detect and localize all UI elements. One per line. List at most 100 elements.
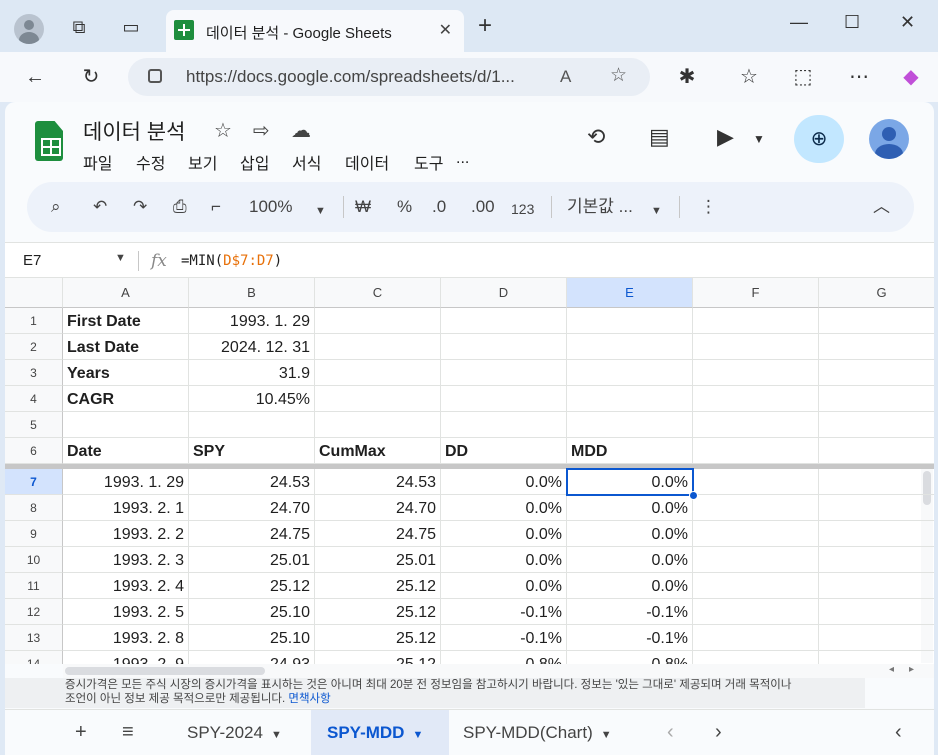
chevron-down-icon[interactable]: ▼ (601, 729, 612, 741)
cell[interactable]: SPY (189, 438, 315, 464)
scroll-tabs-right-icon[interactable]: › (715, 721, 722, 744)
cell[interactable]: 24.75 (315, 521, 441, 547)
address-bar[interactable]: https://docs.google.com/spreadsheets/d/1… (128, 58, 650, 96)
cell[interactable]: -0.1% (441, 599, 567, 625)
cell[interactable]: -0.8% (441, 651, 567, 664)
cell[interactable] (819, 625, 934, 651)
column-header-c[interactable]: C (315, 278, 441, 308)
cell[interactable]: 1993. 2. 9 (63, 651, 189, 664)
row-header[interactable]: 7 (5, 469, 63, 495)
cell[interactable]: Last Date (63, 334, 189, 360)
cell[interactable] (315, 386, 441, 412)
close-window-icon[interactable]: ✕ (900, 12, 915, 33)
cell[interactable] (693, 573, 819, 599)
cell[interactable] (819, 495, 934, 521)
cell[interactable] (189, 412, 315, 438)
sheet-tab-spy-mdd[interactable]: SPY-MDD ▼ (311, 710, 449, 755)
cell[interactable]: 24.93 (189, 651, 315, 664)
cell[interactable] (819, 412, 934, 438)
cell[interactable]: 31.9 (189, 360, 315, 386)
add-sheet-icon[interactable]: + (75, 721, 87, 744)
version-history-icon[interactable]: ⟲ (587, 124, 605, 150)
cell[interactable]: 25.12 (189, 573, 315, 599)
read-aloud-icon[interactable]: A (560, 67, 571, 87)
cell[interactable] (441, 308, 567, 334)
collapse-toolbar-icon[interactable]: ︿ (873, 197, 890, 217)
cell[interactable]: 10.45% (189, 386, 315, 412)
currency-format-button[interactable]: ₩ (355, 197, 371, 217)
cell[interactable] (693, 360, 819, 386)
cell[interactable]: 1993. 2. 3 (63, 547, 189, 573)
column-header-e[interactable]: E (567, 278, 693, 308)
menu-file[interactable]: 파일 (83, 150, 112, 174)
cell[interactable]: First Date (63, 308, 189, 334)
cell[interactable] (819, 573, 934, 599)
search-menus-icon[interactable]: ⌕ (51, 197, 61, 217)
row-header[interactable]: 4 (5, 386, 63, 412)
cell[interactable]: -0.1% (567, 625, 693, 651)
tab-actions-icon[interactable]: ▭ (120, 16, 142, 38)
cell[interactable] (819, 547, 934, 573)
cell[interactable] (693, 547, 819, 573)
cell[interactable] (819, 521, 934, 547)
cell[interactable]: 1993. 2. 4 (63, 573, 189, 599)
chevron-down-icon[interactable]: ▼ (412, 729, 423, 741)
cell[interactable]: 0.0% (441, 547, 567, 573)
all-sheets-icon[interactable]: ≡ (122, 721, 134, 744)
row-header[interactable]: 13 (5, 625, 63, 651)
maximize-icon[interactable]: ☐ (844, 12, 860, 33)
cell[interactable]: 1993. 1. 29 (63, 469, 189, 495)
cell[interactable] (693, 308, 819, 334)
cell[interactable]: 25.12 (315, 599, 441, 625)
workspaces-icon[interactable]: ⧉ (68, 16, 90, 38)
document-title[interactable]: 데이터 분석 (83, 116, 185, 146)
scroll-left-icon[interactable]: ◂ (889, 664, 894, 675)
sheets-logo-icon[interactable] (35, 121, 63, 161)
row-header[interactable]: 12 (5, 599, 63, 625)
cell[interactable]: 24.70 (315, 495, 441, 521)
select-all-corner[interactable] (5, 278, 63, 308)
cell[interactable]: -0.1% (441, 625, 567, 651)
menu-insert[interactable]: 삽입 (240, 150, 269, 174)
sheet-tab-spy-2024[interactable]: SPY-2024 ▼ (175, 710, 303, 755)
favorite-star-icon[interactable]: ☆ (610, 66, 627, 86)
user-avatar[interactable] (869, 119, 909, 159)
cell[interactable]: -0.1% (567, 599, 693, 625)
cell[interactable] (441, 360, 567, 386)
cell[interactable]: 25.10 (189, 599, 315, 625)
cell[interactable] (441, 334, 567, 360)
cell[interactable] (819, 651, 934, 664)
cell[interactable]: 0.0% (567, 469, 693, 495)
cell[interactable]: CumMax (315, 438, 441, 464)
cell[interactable]: 1993. 2. 1 (63, 495, 189, 521)
row-header[interactable]: 8 (5, 495, 63, 521)
share-button[interactable]: ⊕ (794, 115, 844, 163)
back-icon[interactable]: ← (22, 64, 48, 90)
font-dropdown-icon[interactable]: ▼ (651, 201, 662, 221)
cell[interactable]: 24.53 (189, 469, 315, 495)
cell[interactable]: DD (441, 438, 567, 464)
row-header[interactable]: 11 (5, 573, 63, 599)
cell[interactable]: 25.12 (315, 573, 441, 599)
minimize-icon[interactable]: — (790, 12, 808, 33)
column-header-d[interactable]: D (441, 278, 567, 308)
cell[interactable]: 24.70 (189, 495, 315, 521)
comments-icon[interactable]: ▤ (649, 124, 670, 150)
cell[interactable]: 25.12 (315, 625, 441, 651)
print-icon[interactable]: ⎙ (173, 197, 187, 217)
increase-decimal-button[interactable]: .00 (471, 197, 495, 217)
cell[interactable] (693, 495, 819, 521)
menu-view[interactable]: 보기 (188, 150, 217, 174)
cell[interactable]: 0.0% (567, 547, 693, 573)
cell[interactable]: Years (63, 360, 189, 386)
cell[interactable]: 24.75 (189, 521, 315, 547)
scroll-right-icon[interactable]: ▸ (909, 664, 914, 675)
cell[interactable] (693, 469, 819, 495)
sheet-tab-spy-mdd-chart[interactable]: SPY-MDD(Chart) ▼ (451, 710, 643, 755)
redo-icon[interactable]: ↷ (133, 197, 147, 217)
site-info-icon[interactable] (148, 69, 162, 83)
browser-tab-active[interactable]: 데이터 분석 - Google Sheets ✕ (166, 10, 464, 52)
cell[interactable] (567, 308, 693, 334)
cell[interactable] (693, 625, 819, 651)
menu-tools[interactable]: 도구 (414, 150, 443, 174)
